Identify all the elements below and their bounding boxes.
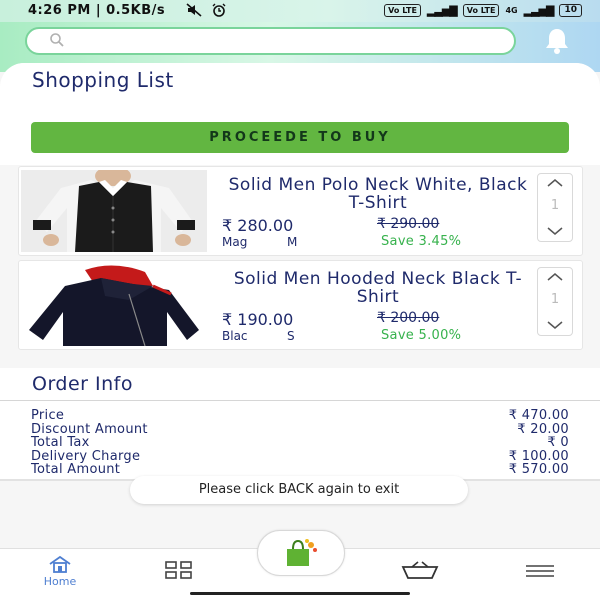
cart-item[interactable]: Solid Men Hooded Neck Black T-Shirt ₹ 19… <box>18 260 583 350</box>
volte-badge: Vo LTE <box>384 4 421 17</box>
chevron-up-icon[interactable] <box>545 270 565 284</box>
alarm-icon <box>212 3 226 17</box>
status-icons <box>186 3 227 19</box>
order-row-label: Price <box>31 408 65 423</box>
main-content: Shopping List PROCEEDE TO BUY Solid Men … <box>0 63 600 547</box>
menu-icon <box>526 565 554 577</box>
home-icon <box>49 555 71 573</box>
product-size: M <box>287 235 298 249</box>
mute-icon <box>186 3 202 17</box>
shopping-bag-button[interactable] <box>257 530 345 576</box>
status-bar: 4:26 PM | 0.5KB/s Vo LTE ▂▃▅▇ Vo LTE 4G … <box>0 0 600 22</box>
order-row-value: ₹ 470.00 <box>508 408 569 423</box>
nav-categories[interactable] <box>164 561 194 583</box>
cart-icon <box>401 561 439 579</box>
nav-home[interactable]: Home <box>32 555 88 588</box>
product-price: ₹ 190.00 <box>222 310 294 329</box>
product-image[interactable] <box>21 170 207 252</box>
status-right: Vo LTE ▂▃▅▇ Vo LTE 4G ▂▃▅▇ 10 <box>384 4 582 17</box>
shopping-bag-icon <box>287 539 317 566</box>
nav-home-label: Home <box>43 575 77 588</box>
quantity-value: 1 <box>550 292 560 307</box>
order-row-tax: Total Tax ₹ 0 <box>31 435 569 450</box>
signal-icon: ▂▃▅▇ <box>426 4 458 17</box>
order-info-panel: Order Info Price ₹ 470.00 Discount Amoun… <box>0 368 600 481</box>
polo-tshirt-image <box>21 170 207 252</box>
signal-icon-2: ▂▃▅▇ <box>523 4 555 17</box>
product-color: Blac <box>222 329 248 343</box>
exit-toast: Please click BACK again to exit <box>130 476 468 504</box>
network-type: 4G <box>505 6 518 15</box>
product-original-price: ₹ 200.00 <box>377 310 440 326</box>
cart-item[interactable]: Solid Men Polo Neck White, Black T-Shirt… <box>18 166 583 256</box>
product-size: S <box>287 329 295 343</box>
nav-cart[interactable] <box>401 561 439 583</box>
proceed-to-buy-button[interactable]: PROCEEDE TO BUY <box>31 122 569 153</box>
search-input[interactable] <box>25 27 516 55</box>
hooded-tshirt-image <box>21 264 207 346</box>
shopping-list-header: Shopping List PROCEEDE TO BUY <box>0 63 600 165</box>
battery-icon: 10 <box>559 4 582 17</box>
volte-badge-2: Vo LTE <box>462 4 500 17</box>
order-row-price: Price ₹ 470.00 <box>31 408 569 423</box>
product-color: Mag <box>222 235 248 249</box>
quantity-value: 1 <box>550 198 560 213</box>
grid-icon <box>165 561 192 579</box>
bell-icon[interactable] <box>540 26 574 54</box>
order-row-delivery: Delivery Charge ₹ 100.00 <box>31 449 569 464</box>
order-row-label: Total Amount <box>31 462 121 477</box>
order-row-discount: Discount Amount ₹ 20.00 <box>31 422 569 437</box>
search-icon <box>50 33 64 47</box>
chevron-down-icon[interactable] <box>545 318 565 332</box>
chevron-down-icon[interactable] <box>545 224 565 238</box>
product-price: ₹ 280.00 <box>222 216 294 235</box>
order-info-title: Order Info <box>32 373 133 395</box>
status-time: 4:26 PM | 0.5KB/s <box>28 3 166 18</box>
gesture-bar[interactable] <box>190 592 410 595</box>
order-row-value: ₹ 570.00 <box>508 462 569 477</box>
product-savings: Save 3.45% <box>381 234 462 249</box>
page-title: Shopping List <box>32 68 174 92</box>
order-row-total: Total Amount ₹ 570.00 <box>31 462 569 477</box>
product-image[interactable] <box>21 264 207 346</box>
product-name[interactable]: Solid Men Polo Neck White, Black T-Shirt <box>224 176 532 212</box>
quantity-stepper[interactable]: 1 <box>537 267 573 336</box>
order-row-label: Total Tax <box>31 435 90 450</box>
quantity-stepper[interactable]: 1 <box>537 173 573 242</box>
nav-menu[interactable] <box>525 563 555 582</box>
chevron-up-icon[interactable] <box>545 176 565 190</box>
product-savings: Save 5.00% <box>381 328 462 343</box>
product-original-price: ₹ 290.00 <box>377 216 440 232</box>
divider <box>0 400 600 401</box>
product-name[interactable]: Solid Men Hooded Neck Black T-Shirt <box>224 270 532 306</box>
order-row-value: ₹ 0 <box>547 435 569 450</box>
